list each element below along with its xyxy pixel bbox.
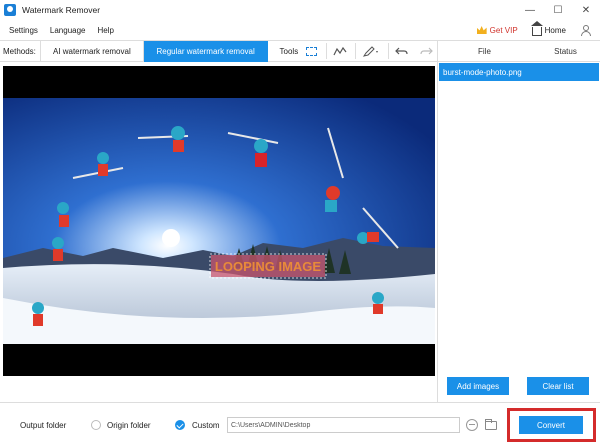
window-title: Watermark Remover	[22, 5, 101, 15]
minimize-button[interactable]: —	[516, 0, 544, 20]
title-bar: Watermark Remover — ☐ ✕	[0, 0, 600, 20]
add-images-button[interactable]: Add images	[447, 377, 509, 395]
file-list-header: File Status	[437, 40, 600, 62]
brush-tool[interactable]	[358, 41, 384, 61]
image-preview[interactable]: LOOPING IMAGE	[3, 66, 435, 376]
output-folder-label: Output folder	[20, 421, 67, 430]
lasso-tool[interactable]	[329, 41, 351, 61]
file-list-panel: burst-mode-photo.png Add images Clear li…	[437, 62, 600, 402]
rectangle-select-tool[interactable]	[300, 41, 322, 61]
tool-divider	[355, 43, 357, 59]
file-column-header: File	[478, 46, 491, 56]
origin-folder-radio[interactable]	[91, 420, 101, 430]
menu-help[interactable]: Help	[98, 26, 114, 35]
watermark-text: LOOPING IMAGE	[215, 259, 322, 274]
undo-icon	[395, 47, 408, 55]
tools-label: Tools	[279, 46, 299, 56]
open-folder-icon[interactable]	[485, 419, 497, 430]
file-list-item[interactable]: burst-mode-photo.png	[439, 63, 599, 81]
home-icon	[530, 21, 543, 36]
tool-divider	[388, 43, 390, 59]
minus-circle-icon[interactable]	[466, 419, 478, 431]
rectangle-select-icon	[305, 46, 317, 56]
tab-ai-watermark-removal[interactable]: AI watermark removal	[39, 40, 144, 62]
output-bar: Output folder Origin folder Custom Conve…	[0, 402, 600, 444]
crown-icon	[476, 26, 487, 34]
clear-list-button[interactable]: Clear list	[527, 377, 589, 395]
close-button[interactable]: ✕	[572, 0, 600, 20]
undo-button[interactable]	[391, 41, 413, 61]
home-button[interactable]: Home	[530, 21, 566, 36]
menu-language[interactable]: Language	[50, 26, 86, 35]
menu-bar: Settings Language Help Get VIP Home	[0, 20, 600, 40]
methods-toolbar: Methods: AI watermark removal Regular wa…	[0, 40, 437, 62]
origin-folder-label: Origin folder	[107, 421, 151, 430]
app-logo-icon	[4, 4, 16, 16]
right-menu: Get VIP Home	[476, 20, 591, 40]
redo-icon	[420, 47, 433, 55]
methods-label: Methods:	[3, 46, 36, 56]
tool-divider	[326, 43, 328, 59]
window-controls: — ☐ ✕	[516, 0, 600, 20]
user-icon[interactable]	[580, 25, 591, 36]
get-vip-button[interactable]: Get VIP	[476, 25, 518, 35]
tab-regular-watermark-removal[interactable]: Regular watermark removal	[143, 40, 268, 62]
output-path-input[interactable]	[227, 417, 460, 433]
home-label: Home	[544, 25, 566, 35]
status-column-header: Status	[554, 46, 577, 56]
convert-button[interactable]: Convert	[519, 416, 583, 434]
menu-settings[interactable]: Settings	[9, 26, 38, 35]
brush-icon	[362, 46, 379, 57]
redo-button[interactable]	[415, 41, 437, 61]
file-name: burst-mode-photo.png	[443, 67, 522, 77]
custom-folder-radio[interactable]	[175, 420, 185, 430]
maximize-button[interactable]: ☐	[544, 0, 572, 20]
lasso-icon	[333, 46, 347, 56]
preview-photo: LOOPING IMAGE	[3, 98, 435, 344]
get-vip-label: Get VIP	[489, 25, 518, 35]
custom-folder-label: Custom	[192, 421, 220, 430]
